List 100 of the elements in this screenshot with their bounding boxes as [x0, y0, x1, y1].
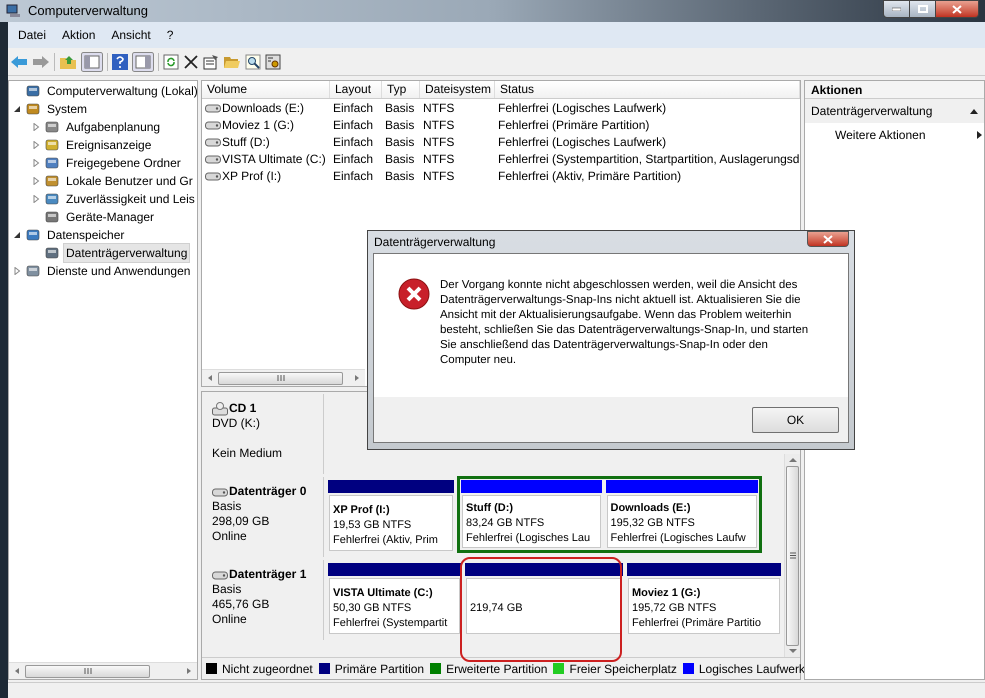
legend-label: Erweiterte Partition [446, 660, 548, 678]
disk-drive-icon [205, 102, 221, 114]
horizontal-scrollbar[interactable] [202, 369, 365, 386]
partition-box[interactable]: VISTA Ultimate (C:) 50,30 GB NTFS Fehlerfrei (Systempartit [329, 578, 460, 634]
partition-name: Stuff (D:) [466, 501, 514, 516]
partition-status: Fehlerfrei (Primäre Partitio [632, 616, 762, 630]
delete-icon[interactable] [183, 54, 199, 70]
column-header[interactable]: Volume [202, 81, 330, 98]
disk-drive-icon [205, 170, 221, 182]
table-cell-text: NTFS [423, 150, 454, 168]
collapsed-arrow-icon[interactable] [32, 141, 40, 149]
expanded-arrow-icon[interactable] [13, 231, 21, 239]
partition-box[interactable]: Stuff (D:) 83,24 GB NTFS Fehlerfrei (Logisches Lau [462, 495, 601, 548]
partition-box[interactable]: 219,74 GB [466, 578, 622, 634]
collapsed-arrow-icon[interactable] [32, 159, 40, 167]
scroll-thumb[interactable] [218, 372, 343, 384]
partition-box[interactable]: Moviez 1 (G:) 195,72 GB NTFS Fehlerfrei (Primäre Partitio [628, 578, 780, 634]
error-icon [398, 278, 430, 310]
tree-item[interactable]: Zuverlässigkeit und Leis [63, 189, 197, 209]
collapsed-arrow-icon[interactable] [32, 195, 40, 203]
tree-item[interactable]: Ereignisanzeige [63, 135, 154, 155]
partition-status: Fehlerfrei (Aktiv, Prim [333, 532, 439, 548]
tree-item[interactable]: Datenspeicher [44, 225, 128, 245]
disk-drive-icon [212, 568, 228, 580]
disk-size: 465,76 GB [212, 597, 270, 612]
magnifier-icon[interactable] [245, 54, 261, 70]
computer-icon [6, 3, 22, 19]
action-link[interactable]: Weitere Aktionen [835, 126, 926, 144]
close-icon [823, 234, 833, 244]
table-cell-text: NTFS [423, 100, 454, 116]
partition-size: 50,30 GB NTFS [333, 600, 412, 616]
maximize-button[interactable] [910, 0, 936, 18]
partition-box[interactable]: Downloads (E:) 195,32 GB NTFS Fehlerfrei (Logisches Laufw [606, 495, 757, 548]
table-cell-text: Stuff (D:) [222, 134, 270, 150]
horizontal-scrollbar[interactable] [9, 662, 197, 679]
error-message: Der Vorgang konnte nicht abgeschlossen werden, weil die Ansicht des Datenträgerverwaltungs-Snap-Ins nicht aktuell ist. Aktualisieren Sie die Ansicht mit der Aktualisierungsaufgabe. Wenn das Problem weiterhin besteht, schließen Sie das Datenträgerverwaltungs-Snap-In, und starten Sie anschließend das Datenträgerverwaltungs-Snap-In oder den Computer neu. [440, 278, 810, 368]
tree-item[interactable]: System [44, 99, 90, 119]
tree-item[interactable]: Aufgabenplanung [63, 117, 164, 137]
menu-item[interactable]: Aktion [54, 26, 104, 44]
disk-type: Basis [212, 582, 242, 597]
column-header[interactable]: Typ [382, 81, 420, 98]
disk-drive-icon [205, 118, 221, 130]
partition-name: VISTA Ultimate (C:) [333, 586, 434, 600]
disk-size: 298,09 GB [212, 514, 270, 529]
column-header[interactable]: Layout [330, 81, 382, 98]
minimize-icon [892, 7, 901, 11]
partition-name: XP Prof (I:) [333, 502, 391, 518]
vertical-scrollbar[interactable] [784, 454, 800, 657]
table-cell-text: Fehlerfrei (Logisches Laufwerk) [498, 134, 666, 150]
actions-section[interactable]: Datenträgerverwaltung [805, 99, 984, 123]
tree-item[interactable]: Freigegebene Ordner [63, 153, 184, 173]
collapsed-arrow-icon[interactable] [32, 123, 40, 131]
minimize-button[interactable] [883, 0, 910, 18]
tree-node-icon [44, 245, 60, 261]
dialog-close-button[interactable] [807, 231, 849, 247]
tree-node-icon [44, 209, 60, 225]
menu-item[interactable]: Ansicht [103, 26, 159, 44]
tree-item[interactable]: Dienste und Anwendungen [44, 261, 194, 281]
scroll-thumb[interactable] [25, 664, 150, 678]
collapsed-arrow-icon[interactable] [32, 177, 40, 185]
table-cell-text: NTFS [423, 134, 454, 150]
close-button[interactable] [936, 0, 979, 18]
pane-toggle-icon[interactable] [132, 52, 154, 72]
legend-label: Primäre Partition [334, 660, 424, 678]
table-cell-text: Fehlerfrei (Primäre Partition) [498, 116, 650, 134]
table-cell-text: VISTA Ultimate (C:) [222, 150, 326, 168]
table-cell-text: Moviez 1 (G:) [222, 116, 294, 134]
maximize-icon [918, 5, 928, 13]
table-cell-text: Basis [385, 100, 414, 116]
tree-node-icon [44, 191, 60, 207]
pane-toggle-icon[interactable] [81, 52, 103, 72]
scroll-thumb[interactable] [786, 466, 799, 646]
tree-item[interactable]: Lokale Benutzer und Gr [63, 171, 196, 191]
help-icon[interactable] [112, 54, 128, 70]
table-cell-text: Fehlerfrei (Aktiv, Primäre Partition) [498, 168, 682, 184]
table-cell-text: Einfach [333, 168, 374, 184]
menu-item[interactable]: ? [158, 26, 182, 44]
forward-icon[interactable] [32, 54, 50, 70]
close-icon [952, 4, 962, 14]
settings-icon[interactable] [265, 54, 281, 70]
ok-button[interactable]: OK [752, 406, 839, 432]
disk-drive-icon [205, 136, 221, 148]
properties-icon[interactable] [203, 54, 219, 70]
menu-item[interactable]: Datei [10, 26, 54, 44]
column-header[interactable]: Status [495, 81, 800, 98]
partition-size: 219,74 GB [470, 600, 524, 616]
partition-box[interactable]: XP Prof (I:) 19,53 GB NTFS Fehlerfrei (Aktiv, Prim [329, 495, 453, 551]
tree-item[interactable]: Computerverwaltung (Lokal) [44, 81, 197, 101]
tree-item[interactable]: Datenträgerverwaltung [63, 243, 190, 263]
partition-size: 19,53 GB NTFS [333, 518, 412, 532]
back-icon[interactable] [10, 54, 28, 70]
partition-size: 195,72 GB NTFS [632, 600, 718, 616]
collapsed-arrow-icon[interactable] [13, 267, 21, 275]
refresh-icon[interactable] [163, 54, 179, 70]
column-header[interactable]: Dateisystem [420, 81, 495, 98]
tree-item[interactable]: Geräte-Manager [63, 207, 158, 227]
collapse-arrow-icon[interactable] [970, 108, 978, 114]
disk-status: Online [212, 529, 248, 544]
expanded-arrow-icon[interactable] [13, 105, 21, 113]
folder-up-icon[interactable] [59, 54, 77, 70]
